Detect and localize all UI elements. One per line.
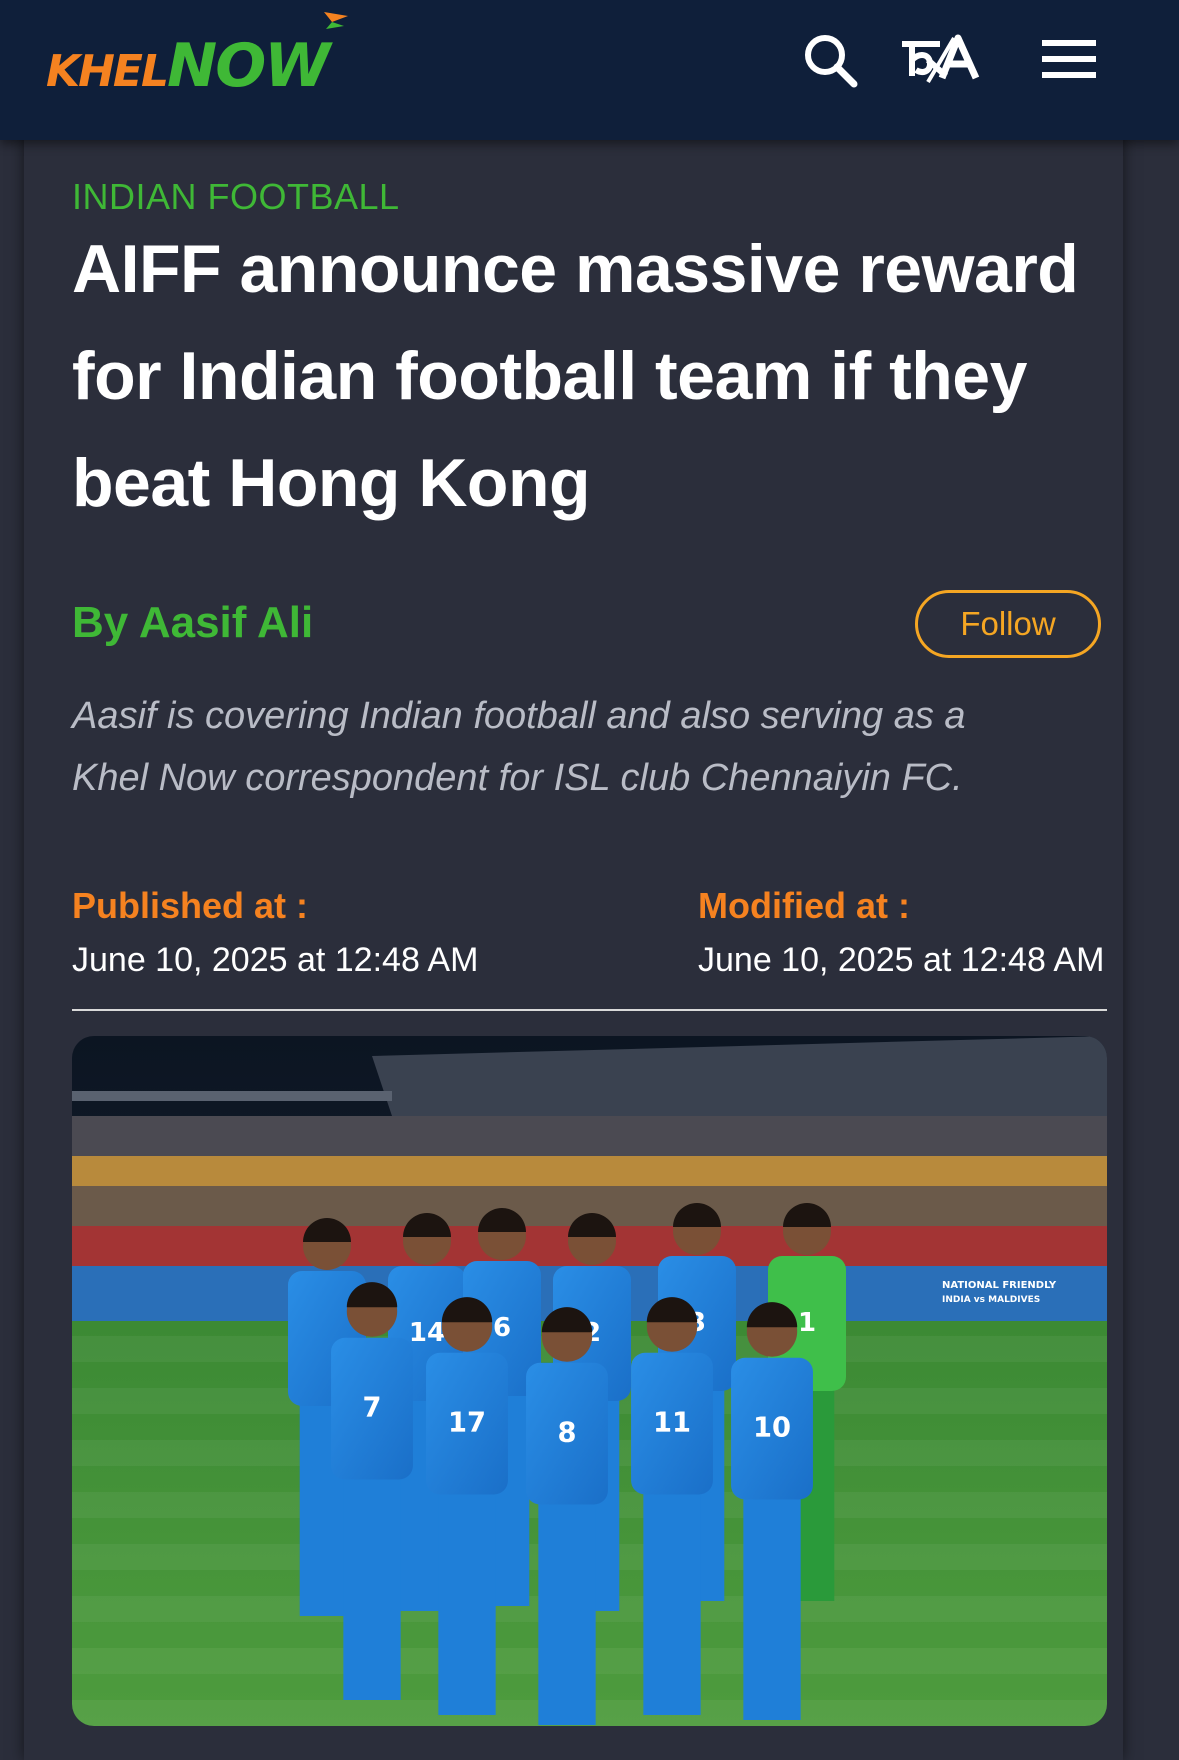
published-label: Published at :	[72, 885, 309, 926]
bio-line: Aasif is covering Indian football and al…	[72, 695, 966, 737]
jersey-number: 8	[558, 1418, 577, 1449]
jersey-number: 7	[363, 1393, 382, 1424]
published-date: June 10, 2025 at 12:48 AM	[72, 941, 479, 979]
headline-line: for Indian football team if they	[72, 338, 1027, 414]
follow-button[interactable]: Follow	[915, 590, 1101, 658]
top-navigation-bar: KHELNOW	[0, 0, 1179, 140]
jersey-number: 17	[448, 1408, 486, 1439]
player: 7	[331, 1282, 413, 1700]
article-card: INDIAN FOOTBALL AIFF announce massive re…	[24, 120, 1123, 1760]
article-headline: AIFF announce massive reward for Indian …	[72, 216, 1112, 537]
modified-label: Modified at :	[698, 885, 910, 926]
jersey-number: 10	[753, 1413, 791, 1444]
hamburger-menu-icon[interactable]	[1040, 30, 1098, 90]
jersey-number: 14	[409, 1318, 445, 1348]
headline-line: beat Hong Kong	[72, 445, 591, 521]
jersey-number: 1	[798, 1308, 816, 1338]
meta-divider	[72, 1009, 1107, 1011]
hero-image[interactable]: NATIONAL FRIENDLY INDIA vs MALDIVES 14 6 2…	[72, 1036, 1107, 1726]
logo-now-text: NOW	[167, 31, 330, 101]
modified-date: June 10, 2025 at 12:48 AM	[698, 941, 1105, 979]
board-text: NATIONAL FRIENDLY	[942, 1280, 1057, 1291]
bio-line: Khel Now correspondent for ISL club Chen…	[72, 757, 963, 799]
headline-line: AIFF announce massive reward	[72, 231, 1079, 307]
logo-khel-text: KHEL	[46, 46, 169, 97]
author-byline[interactable]: By Aasif Ali	[72, 598, 313, 648]
language-toggle-icon[interactable]	[898, 30, 984, 90]
jersey-number: 6	[493, 1313, 511, 1343]
logo-flag-icon	[324, 12, 348, 29]
player: 17	[426, 1297, 508, 1715]
search-icon[interactable]	[800, 30, 860, 90]
team-photo: NATIONAL FRIENDLY INDIA vs MALDIVES 14 6 2…	[72, 1036, 1107, 1726]
jersey-number: 11	[653, 1408, 691, 1439]
category-label[interactable]: INDIAN FOOTBALL	[72, 176, 400, 218]
board-text: INDIA vs MALDIVES	[942, 1295, 1040, 1305]
khelnow-logo[interactable]: KHELNOW	[46, 36, 330, 97]
author-bio: Aasif is covering Indian football and al…	[72, 685, 1082, 809]
